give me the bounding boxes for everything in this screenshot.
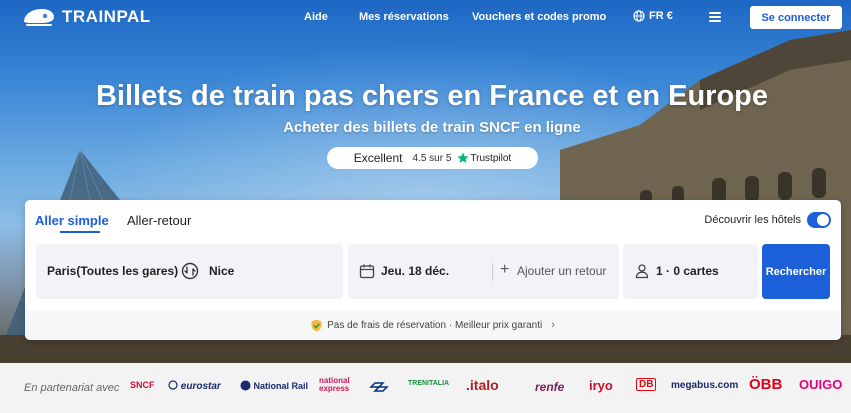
date-divider <box>492 263 493 281</box>
rating-score: 4.5 sur 5 <box>412 152 452 164</box>
partners-label: En partenariat avec <box>24 382 120 394</box>
partner-logo-ns <box>369 380 389 397</box>
tab-one-way[interactable]: Aller simple <box>35 213 109 228</box>
trustpilot-rating[interactable]: Excellent 4.5 sur 5 Trustpilot <box>327 147 538 169</box>
plus-icon: + <box>500 261 510 278</box>
partner-logo-trenitalia: TRENITALIA <box>408 380 450 387</box>
search-card: Aller simple Aller-retour Découvrir les … <box>25 200 841 340</box>
partner-logo-renfe: renfe <box>535 380 565 394</box>
nav-help-link[interactable]: Aide <box>304 11 328 23</box>
language-currency-selector[interactable]: FR € <box>633 10 673 22</box>
tab-round-trip[interactable]: Aller-retour <box>127 213 191 228</box>
brand-logo[interactable]: TRAINPAL <box>22 6 151 28</box>
passenger-count: 1 · 0 cartes <box>656 264 719 278</box>
partner-logo-national-rail: National Rail <box>240 380 308 391</box>
ns-icon <box>369 382 389 392</box>
nav-bookings-link[interactable]: Mes réservations <box>359 11 449 23</box>
partner-logo-iryo: iryo <box>589 378 613 393</box>
shield-icon <box>311 319 322 331</box>
active-tab-indicator <box>60 231 100 233</box>
date-field[interactable]: Jeu. 18 déc. + Ajouter un retour <box>348 244 619 299</box>
trustpilot-star-icon <box>457 152 470 163</box>
swap-stations-icon[interactable] <box>181 262 199 280</box>
price-guarantee-banner[interactable]: Pas de frais de réservation · Meilleur p… <box>25 310 841 340</box>
globe-icon <box>633 10 645 22</box>
page-title: Billets de train pas chers en France et … <box>95 80 769 112</box>
partner-logo-italo: .italo <box>466 377 499 393</box>
login-button[interactable]: Se connecter <box>750 6 842 29</box>
partner-logo-national-express: national express <box>319 376 350 393</box>
brand-name: TRAINPAL <box>62 7 151 26</box>
guarantee-text: Pas de frais de réservation · Meilleur p… <box>327 319 543 331</box>
language-label: FR € <box>649 10 673 22</box>
chevron-right-icon: › <box>551 319 555 331</box>
route-field[interactable]: Paris(Toutes les gares) Nice <box>36 244 343 299</box>
partner-logo-megabus: megabus.com <box>671 380 739 391</box>
add-return-date[interactable]: Ajouter un retour <box>517 264 606 278</box>
nav-vouchers-link[interactable]: Vouchers et codes promo <box>472 11 606 23</box>
person-icon <box>635 264 649 279</box>
partner-logo-eurostar: eurostar <box>168 380 221 392</box>
trustpilot-name: Trustpilot <box>470 152 512 164</box>
hotels-toggle-group: Découvrir les hôtels <box>704 212 831 228</box>
partner-logo-sncf: SNCF <box>130 380 155 390</box>
rating-label: Excellent <box>353 151 403 165</box>
departure-station[interactable]: Paris(Toutes les gares) <box>47 264 178 278</box>
hotels-toggle-label: Découvrir les hôtels <box>704 214 801 226</box>
partners-bar: En partenariat avec SNCF eurostar Nation… <box>0 363 851 413</box>
arrival-station[interactable]: Nice <box>209 264 234 278</box>
departure-date[interactable]: Jeu. 18 déc. <box>381 264 449 278</box>
eurostar-icon <box>168 380 178 390</box>
partner-logo-db: DB <box>636 378 657 391</box>
partner-logo-ouigo: OUIGO <box>799 377 843 392</box>
passengers-field[interactable]: 1 · 0 cartes <box>623 244 758 299</box>
page-subtitle: Acheter des billets de train SNCF en lig… <box>283 119 581 136</box>
calendar-icon <box>359 264 375 279</box>
train-logo-icon <box>24 9 54 26</box>
national-rail-icon <box>240 380 251 391</box>
trustpilot-brand: Trustpilot <box>457 152 511 164</box>
top-navigation: TRAINPAL Aide Mes réservations Vouchers … <box>0 0 851 36</box>
hotels-toggle-switch[interactable] <box>807 212 831 228</box>
search-button[interactable]: Rechercher <box>762 244 830 299</box>
partner-logo-obb: ÖBB <box>749 376 783 393</box>
hamburger-menu-icon[interactable] <box>709 12 721 22</box>
